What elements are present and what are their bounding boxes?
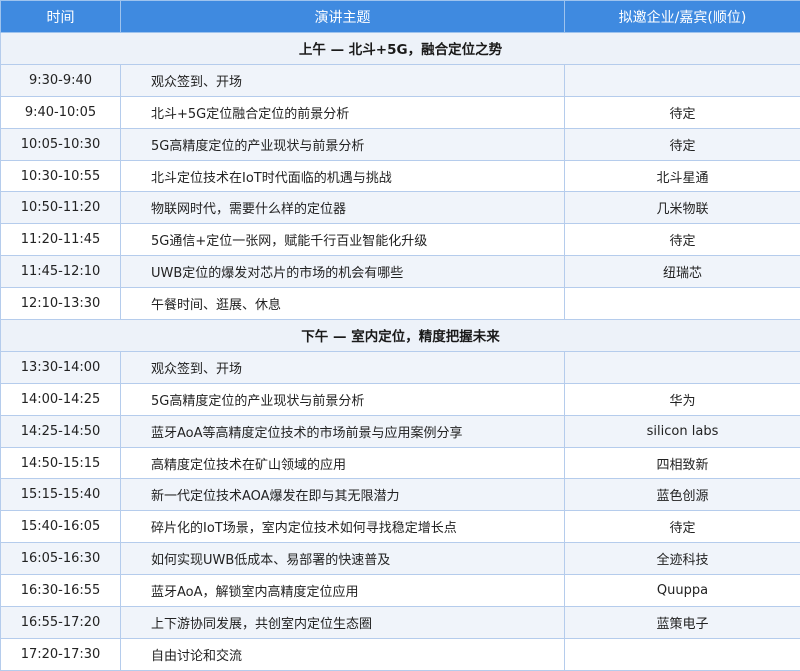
agenda-table: 时间 演讲主题 拟邀企业/嘉宾(顺位) 上午 — 北斗+5G，融合定位之势 9:… xyxy=(0,0,800,671)
time-cell: 10:50-11:20 xyxy=(1,192,121,224)
time-cell: 10:30-10:55 xyxy=(1,160,121,192)
table-row: 14:25-14:50 蓝牙AoA等高精度定位技术的市场前景与应用案例分享 si… xyxy=(1,415,800,447)
guest-cell: Quuppa xyxy=(565,575,800,607)
table-row: 11:45-12:10 UWB定位的爆发对芯片的市场的机会有哪些 纽瑞芯 xyxy=(1,256,800,288)
time-cell: 16:05-16:30 xyxy=(1,543,121,575)
topic-cell: 北斗定位技术在IoT时代面临的机遇与挑战 xyxy=(121,160,565,192)
guest-cell xyxy=(565,638,800,670)
time-cell: 11:45-12:10 xyxy=(1,256,121,288)
table-row: 12:10-13:30 午餐时间、逛展、休息 xyxy=(1,288,800,320)
time-cell: 12:10-13:30 xyxy=(1,288,121,320)
table-row: 10:30-10:55 北斗定位技术在IoT时代面临的机遇与挑战 北斗星通 xyxy=(1,160,800,192)
guest-cell: silicon labs xyxy=(565,415,800,447)
time-cell: 17:20-17:30 xyxy=(1,638,121,670)
table-row: 11:20-11:45 5G通信+定位一张网，赋能千行百业智能化升级 待定 xyxy=(1,224,800,256)
guest-cell: 华为 xyxy=(565,383,800,415)
guest-cell: 几米物联 xyxy=(565,192,800,224)
guest-cell: 待定 xyxy=(565,224,800,256)
table-row: 16:05-16:30 如何实现UWB低成本、易部署的快速普及 全迹科技 xyxy=(1,543,800,575)
table-row: 14:50-15:15 高精度定位技术在矿山领域的应用 四相致新 xyxy=(1,447,800,479)
guest-cell: 四相致新 xyxy=(565,447,800,479)
guest-cell: 待定 xyxy=(565,128,800,160)
guest-cell: 待定 xyxy=(565,511,800,543)
time-cell: 16:55-17:20 xyxy=(1,607,121,639)
section-title: 下午 — 室内定位，精度把握未来 xyxy=(1,320,800,352)
header-guest: 拟邀企业/嘉宾(顺位) xyxy=(565,1,800,33)
table-row: 15:40-16:05 碎片化的IoT场景，室内定位技术如何寻找稳定增长点 待定 xyxy=(1,511,800,543)
table-row: 15:15-15:40 新一代定位技术AOA爆发在即与其无限潜力 蓝色创源 xyxy=(1,479,800,511)
section-row-afternoon: 下午 — 室内定位，精度把握未来 xyxy=(1,320,800,352)
guest-cell: 纽瑞芯 xyxy=(565,256,800,288)
topic-cell: 如何实现UWB低成本、易部署的快速普及 xyxy=(121,543,565,575)
table-row: 16:30-16:55 蓝牙AoA，解锁室内高精度定位应用 Quuppa xyxy=(1,575,800,607)
section-title: 上午 — 北斗+5G，融合定位之势 xyxy=(1,33,800,65)
table-row: 16:55-17:20 上下游协同发展，共创室内定位生态圈 蓝策电子 xyxy=(1,607,800,639)
section-row-morning: 上午 — 北斗+5G，融合定位之势 xyxy=(1,33,800,65)
topic-cell: 北斗+5G定位融合定位的前景分析 xyxy=(121,96,565,128)
time-cell: 14:25-14:50 xyxy=(1,415,121,447)
topic-cell: 观众签到、开场 xyxy=(121,64,565,96)
topic-cell: UWB定位的爆发对芯片的市场的机会有哪些 xyxy=(121,256,565,288)
topic-cell: 蓝牙AoA，解锁室内高精度定位应用 xyxy=(121,575,565,607)
guest-cell xyxy=(565,64,800,96)
header-topic: 演讲主题 xyxy=(121,1,565,33)
header-row: 时间 演讲主题 拟邀企业/嘉宾(顺位) xyxy=(1,1,800,33)
time-cell: 16:30-16:55 xyxy=(1,575,121,607)
guest-cell: 蓝策电子 xyxy=(565,607,800,639)
topic-cell: 蓝牙AoA等高精度定位技术的市场前景与应用案例分享 xyxy=(121,415,565,447)
topic-cell: 自由讨论和交流 xyxy=(121,638,565,670)
table-row: 13:30-14:00 观众签到、开场 xyxy=(1,351,800,383)
topic-cell: 5G通信+定位一张网，赋能千行百业智能化升级 xyxy=(121,224,565,256)
time-cell: 10:05-10:30 xyxy=(1,128,121,160)
table-row: 17:20-17:30 自由讨论和交流 xyxy=(1,638,800,670)
time-cell: 9:30-9:40 xyxy=(1,64,121,96)
table-row: 9:30-9:40 观众签到、开场 xyxy=(1,64,800,96)
time-cell: 11:20-11:45 xyxy=(1,224,121,256)
guest-cell: 待定 xyxy=(565,96,800,128)
topic-cell: 午餐时间、逛展、休息 xyxy=(121,288,565,320)
topic-cell: 物联网时代，需要什么样的定位器 xyxy=(121,192,565,224)
topic-cell: 新一代定位技术AOA爆发在即与其无限潜力 xyxy=(121,479,565,511)
guest-cell xyxy=(565,288,800,320)
time-cell: 14:50-15:15 xyxy=(1,447,121,479)
table-row: 9:40-10:05 北斗+5G定位融合定位的前景分析 待定 xyxy=(1,96,800,128)
topic-cell: 高精度定位技术在矿山领域的应用 xyxy=(121,447,565,479)
time-cell: 14:00-14:25 xyxy=(1,383,121,415)
topic-cell: 5G高精度定位的产业现状与前景分析 xyxy=(121,128,565,160)
topic-cell: 上下游协同发展，共创室内定位生态圈 xyxy=(121,607,565,639)
agenda-body: 上午 — 北斗+5G，融合定位之势 9:30-9:40 观众签到、开场 9:40… xyxy=(1,33,800,671)
table-row: 14:00-14:25 5G高精度定位的产业现状与前景分析 华为 xyxy=(1,383,800,415)
guest-cell: 蓝色创源 xyxy=(565,479,800,511)
time-cell: 15:40-16:05 xyxy=(1,511,121,543)
table-row: 10:05-10:30 5G高精度定位的产业现状与前景分析 待定 xyxy=(1,128,800,160)
time-cell: 13:30-14:00 xyxy=(1,351,121,383)
guest-cell xyxy=(565,351,800,383)
topic-cell: 观众签到、开场 xyxy=(121,351,565,383)
header-time: 时间 xyxy=(1,1,121,33)
table-row: 10:50-11:20 物联网时代，需要什么样的定位器 几米物联 xyxy=(1,192,800,224)
time-cell: 15:15-15:40 xyxy=(1,479,121,511)
guest-cell: 北斗星通 xyxy=(565,160,800,192)
time-cell: 9:40-10:05 xyxy=(1,96,121,128)
topic-cell: 5G高精度定位的产业现状与前景分析 xyxy=(121,383,565,415)
guest-cell: 全迹科技 xyxy=(565,543,800,575)
topic-cell: 碎片化的IoT场景，室内定位技术如何寻找稳定增长点 xyxy=(121,511,565,543)
